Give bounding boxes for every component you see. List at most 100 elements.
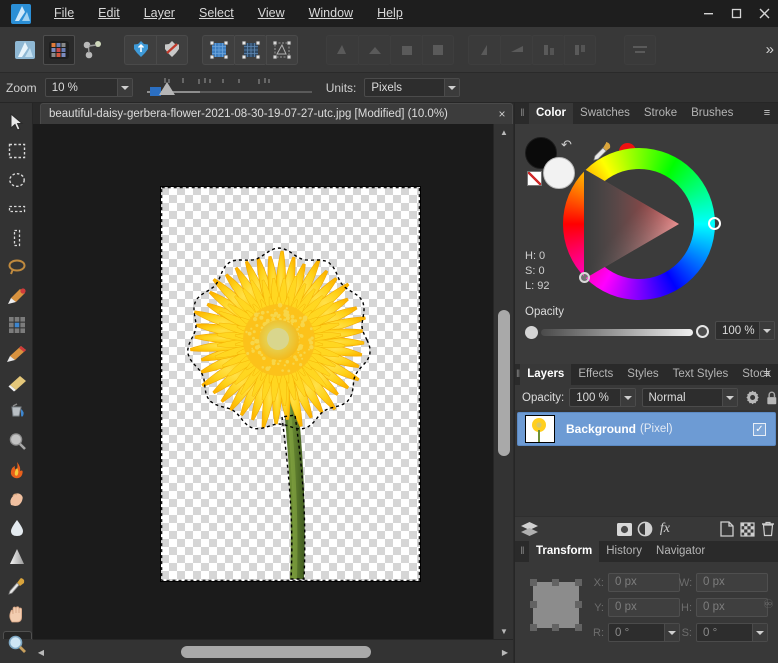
assistant-disable-button[interactable] — [156, 35, 188, 65]
hue-marker[interactable] — [708, 217, 721, 230]
distribute-button[interactable] — [564, 35, 596, 65]
canvas-horizontal-scrollbar[interactable]: ◀ ▶ — [33, 639, 513, 663]
close-button[interactable] — [750, 0, 778, 27]
transform-shear-combo[interactable]: 0 ° — [696, 623, 768, 642]
chevron-down-icon[interactable] — [117, 79, 132, 96]
persona-develop-button[interactable] — [77, 35, 109, 65]
tab-swatches[interactable]: Swatches — [573, 103, 637, 124]
duplicate-layer-icon[interactable] — [737, 518, 757, 540]
menu-view[interactable]: View — [246, 0, 297, 27]
new-layer-icon[interactable] — [717, 518, 737, 540]
canvas-vertical-scrollbar[interactable]: ▲ ▼ — [493, 124, 513, 639]
chevron-down-icon[interactable] — [722, 389, 737, 406]
flood-fill-tool[interactable] — [0, 397, 33, 426]
tab-history[interactable]: History — [599, 541, 649, 562]
table-row[interactable]: Background (Pixel) ✓ — [517, 412, 776, 446]
color-opacity-slider[interactable] — [525, 324, 709, 340]
panel-grip-icon[interactable]: ‖ — [515, 541, 529, 562]
opacity-slider-left-knob[interactable] — [525, 326, 538, 339]
tab-navigator[interactable]: Navigator — [649, 541, 712, 562]
vertical-scroll-thumb[interactable] — [498, 310, 510, 456]
zoom-slider-handle[interactable] — [159, 82, 175, 95]
transform-anchor-icon[interactable] — [533, 582, 579, 628]
layers-list[interactable]: Background (Pixel) ✓ — [515, 410, 778, 516]
tab-color[interactable]: Color — [529, 103, 573, 124]
horizontal-scroll-thumb[interactable] — [181, 646, 371, 658]
swap-colors-icon[interactable]: ↶ — [561, 137, 572, 153]
menu-layer[interactable]: Layer — [132, 0, 187, 27]
zoom-slider[interactable] — [147, 75, 312, 101]
align-top-button[interactable] — [468, 35, 500, 65]
transform-y-input[interactable]: 0 px — [608, 598, 680, 617]
scroll-up-icon[interactable]: ▲ — [494, 124, 514, 140]
sponge-tool[interactable] — [0, 513, 33, 542]
tab-text-styles[interactable]: Text Styles — [666, 364, 736, 385]
align-justify-button[interactable] — [422, 35, 454, 65]
minimize-button[interactable] — [694, 0, 722, 27]
row-marquee-tool[interactable] — [0, 194, 33, 223]
tab-styles[interactable]: Styles — [620, 364, 665, 385]
menu-file[interactable]: File — [42, 0, 86, 27]
align-left-button[interactable] — [326, 35, 358, 65]
lock-icon[interactable] — [766, 390, 778, 406]
layer-opacity-combo[interactable]: 100 % — [569, 388, 635, 407]
refine-selection-button[interactable] — [234, 35, 266, 65]
close-document-icon[interactable]: × — [492, 107, 512, 121]
units-combo[interactable]: Pixels — [364, 78, 460, 97]
erase-brush-tool[interactable] — [0, 368, 33, 397]
color-opacity-combo[interactable]: 100 % — [715, 321, 775, 340]
delete-layer-icon[interactable] — [758, 518, 778, 540]
persona-liquify-button[interactable] — [43, 35, 75, 65]
document-canvas[interactable] — [161, 187, 420, 581]
chevron-down-icon[interactable] — [620, 389, 635, 406]
gradient-tool[interactable] — [0, 542, 33, 571]
color-picker-tool[interactable] — [0, 571, 33, 600]
layers-panel-menu-icon[interactable]: ≡ — [759, 367, 775, 382]
blend-mode-combo[interactable]: Normal — [642, 388, 739, 407]
move-tool[interactable] — [0, 107, 33, 136]
transform-rotation-combo[interactable]: 0 ° — [608, 623, 680, 642]
color-panel-menu-icon[interactable]: ≡ — [759, 106, 775, 121]
chevron-down-icon[interactable] — [664, 624, 679, 641]
assistant-manager-button[interactable] — [124, 35, 156, 65]
document-tab[interactable]: beautiful-daisy-gerbera-flower-2021-08-3… — [40, 103, 513, 124]
transform-w-input[interactable]: 0 px — [696, 573, 768, 592]
stroke-color-swatch[interactable] — [543, 157, 575, 189]
transform-h-input[interactable]: 0 px — [696, 598, 768, 617]
layers-stack-icon[interactable] — [519, 518, 539, 540]
align-middle-button[interactable] — [500, 35, 532, 65]
selection-brush-tool[interactable] — [0, 281, 33, 310]
view-hand-tool[interactable] — [0, 600, 33, 629]
transform-selection-button[interactable] — [266, 35, 298, 65]
pixel-selection-button[interactable] — [202, 35, 234, 65]
toolbar-overflow-button[interactable]: » — [766, 41, 774, 58]
align-right-button[interactable] — [390, 35, 422, 65]
zoom-level-combo[interactable]: 10 % — [45, 78, 133, 97]
tab-transform[interactable]: Transform — [529, 541, 599, 562]
column-marquee-tool[interactable] — [0, 223, 33, 252]
panel-grip-icon[interactable]: ‖ — [515, 103, 529, 124]
mask-layer-icon[interactable] — [614, 518, 634, 540]
gear-icon[interactable] — [745, 389, 760, 406]
tab-effects[interactable]: Effects — [571, 364, 620, 385]
smudge-brush-tool[interactable] — [0, 484, 33, 513]
arrange-button[interactable] — [624, 35, 656, 65]
align-center-button[interactable] — [358, 35, 390, 65]
blur-brush-tool[interactable] — [0, 426, 33, 455]
menu-window[interactable]: Window — [297, 0, 365, 27]
menu-help[interactable]: Help — [365, 0, 415, 27]
tab-layers[interactable]: Layers — [520, 364, 571, 385]
canvas-area[interactable] — [33, 124, 513, 639]
dodge-burn-tool[interactable] — [0, 455, 33, 484]
scroll-down-icon[interactable]: ▼ — [494, 623, 514, 639]
chevron-down-icon[interactable] — [759, 322, 774, 339]
menu-edit[interactable]: Edit — [86, 0, 132, 27]
chevron-down-icon[interactable] — [444, 79, 459, 96]
menu-select[interactable]: Select — [187, 0, 246, 27]
elliptical-marquee-tool[interactable] — [0, 165, 33, 194]
tab-brushes[interactable]: Brushes — [684, 103, 740, 124]
transform-x-input[interactable]: 0 px — [608, 573, 680, 592]
flood-select-tool[interactable] — [0, 310, 33, 339]
freehand-selection-tool[interactable] — [0, 252, 33, 281]
opacity-slider-handle[interactable] — [696, 325, 709, 338]
